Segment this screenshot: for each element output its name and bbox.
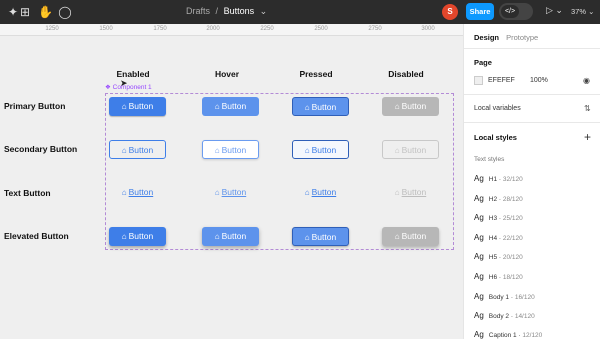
top-toolbar: ✦ ⊞ ✋ ◯ Drafts / Buttons ⌄ S Share </> ▷… (0, 0, 600, 24)
ruler-tick: 1250 (45, 26, 59, 32)
text-button-disabled[interactable]: ⌂ Button (382, 183, 439, 202)
avatar[interactable]: S (442, 4, 458, 20)
divider (464, 122, 600, 123)
ruler-tick: 2000 (206, 26, 220, 32)
text-style-item[interactable]: Ag Body 1 · 16/120 (474, 292, 535, 301)
adjust-icon[interactable]: ⇅ (584, 104, 591, 113)
primary-button-hover[interactable]: ⌂ Button (202, 97, 259, 116)
panel-tabs: Design Prototype (474, 33, 538, 42)
text-style-item[interactable]: Ag H6 · 18/120 (474, 272, 523, 281)
home-icon: ⌂ (121, 232, 127, 241)
row-label-primary: Primary Button (4, 101, 66, 111)
horizontal-ruler: 1250 1500 1750 2000 2250 2500 2750 3000 (0, 24, 463, 36)
design-canvas[interactable]: Enabled Hover Pressed Disabled ➤ ❖ Compo… (0, 36, 463, 339)
ruler-tick: 3000 (421, 26, 435, 32)
divider (464, 48, 600, 49)
text-button-hover[interactable]: ⌂ Button (202, 183, 259, 202)
share-button[interactable]: Share (466, 3, 494, 20)
row-label-elevated: Elevated Button (4, 231, 69, 241)
divider (464, 94, 600, 95)
page-color-value[interactable]: EFEFEF (488, 77, 515, 84)
chevron-down-icon[interactable]: ⌄ (260, 6, 268, 16)
code-icon: </> (501, 5, 519, 18)
primary-button-pressed[interactable]: ⌂ Button (292, 97, 349, 116)
component-label[interactable]: ❖ Component 1 (105, 83, 152, 91)
home-icon: ⌂ (214, 102, 220, 111)
elevated-button-disabled[interactable]: ⌂ Button (382, 227, 439, 246)
home-icon: ⌂ (304, 188, 310, 197)
primary-button-disabled[interactable]: ⌂ Button (382, 97, 439, 116)
zoom-level[interactable]: 37% ⌄ (571, 7, 594, 16)
column-header-disabled: Disabled (388, 69, 424, 79)
tab-prototype[interactable]: Prototype (506, 33, 538, 42)
properties-panel: Design Prototype Page EFEFEF 100% ◉ Loca… (463, 24, 600, 339)
local-styles-heading: Local styles (474, 133, 517, 142)
elevated-button-enabled[interactable]: ⌂ Button (109, 227, 166, 246)
column-header-pressed: Pressed (299, 69, 333, 79)
secondary-button-disabled[interactable]: ⌂ Button (382, 140, 439, 159)
breadcrumb-file-name[interactable]: Buttons (224, 6, 255, 16)
home-icon: ⌂ (394, 188, 400, 197)
comment-icon[interactable]: ◯ (58, 5, 72, 19)
tab-design[interactable]: Design (474, 33, 499, 42)
primary-button-enabled[interactable]: ⌂ Button (109, 97, 166, 116)
row-label-text: Text Button (4, 188, 51, 198)
elevated-button-hover[interactable]: ⌂ Button (202, 227, 259, 246)
home-icon: ⌂ (214, 146, 220, 155)
text-style-item[interactable]: Ag H1 · 32/120 (474, 174, 523, 183)
row-label-secondary: Secondary Button (4, 144, 78, 154)
frame-tool-icon[interactable]: ⊞ (18, 5, 32, 19)
text-styles-heading: Text styles (474, 156, 505, 163)
home-icon: ⌂ (121, 188, 127, 197)
ruler-tick: 2750 (368, 26, 382, 32)
text-button-enabled[interactable]: ⌂ Button (109, 183, 166, 202)
secondary-button-enabled[interactable]: ⌂ Button (109, 140, 166, 159)
secondary-button-pressed[interactable]: ⌂ Button (292, 140, 349, 159)
component-icon: ❖ (105, 84, 111, 91)
home-icon: ⌂ (214, 232, 220, 241)
text-style-item[interactable]: Ag Body 2 · 14/120 (474, 311, 535, 320)
column-header-hover: Hover (214, 69, 240, 79)
breadcrumb-drafts[interactable]: Drafts (186, 6, 210, 16)
home-icon: ⌂ (304, 146, 310, 155)
text-style-item[interactable]: Ag H5 · 20/120 (474, 252, 523, 261)
secondary-button-hover[interactable]: ⌂ Button (202, 140, 259, 159)
add-style-icon[interactable]: + (584, 130, 591, 144)
play-icon[interactable]: ▷ ⌄ (546, 5, 563, 16)
home-icon: ⌂ (394, 102, 400, 111)
dev-mode-toggle[interactable]: </> (499, 3, 533, 20)
home-icon: ⌂ (394, 146, 400, 155)
page-color-swatch[interactable] (474, 76, 483, 85)
breadcrumb-separator: / (215, 6, 219, 16)
text-button-pressed[interactable]: ⌂ Button (292, 183, 349, 202)
home-icon: ⌂ (121, 102, 127, 111)
home-icon: ⌂ (214, 188, 220, 197)
ruler-tick: 2500 (314, 26, 328, 32)
text-style-item[interactable]: Ag H2 · 28/120 (474, 194, 523, 203)
breadcrumb: Drafts / Buttons ⌄ (186, 6, 267, 17)
elevated-button-pressed[interactable]: ⌂ Button (292, 227, 349, 246)
ruler-tick: 2250 (260, 26, 274, 32)
text-style-item[interactable]: Ag H3 · 25/120 (474, 213, 523, 222)
home-icon: ⌂ (121, 146, 127, 155)
eye-icon[interactable]: ◉ (583, 76, 590, 85)
home-icon: ⌂ (394, 232, 400, 241)
ruler-tick: 1750 (153, 26, 167, 32)
home-icon: ⌂ (304, 103, 310, 112)
text-style-item[interactable]: Ag Caption 1 · 12/120 (474, 330, 542, 339)
text-style-item[interactable]: Ag H4 · 22/120 (474, 233, 523, 242)
local-variables-label[interactable]: Local variables (474, 105, 521, 112)
home-icon: ⌂ (304, 233, 310, 242)
page-opacity-value[interactable]: 100% (530, 77, 548, 84)
ruler-tick: 1500 (99, 26, 113, 32)
hand-tool-icon[interactable]: ✋ (38, 5, 53, 19)
page-heading: Page (474, 58, 492, 67)
